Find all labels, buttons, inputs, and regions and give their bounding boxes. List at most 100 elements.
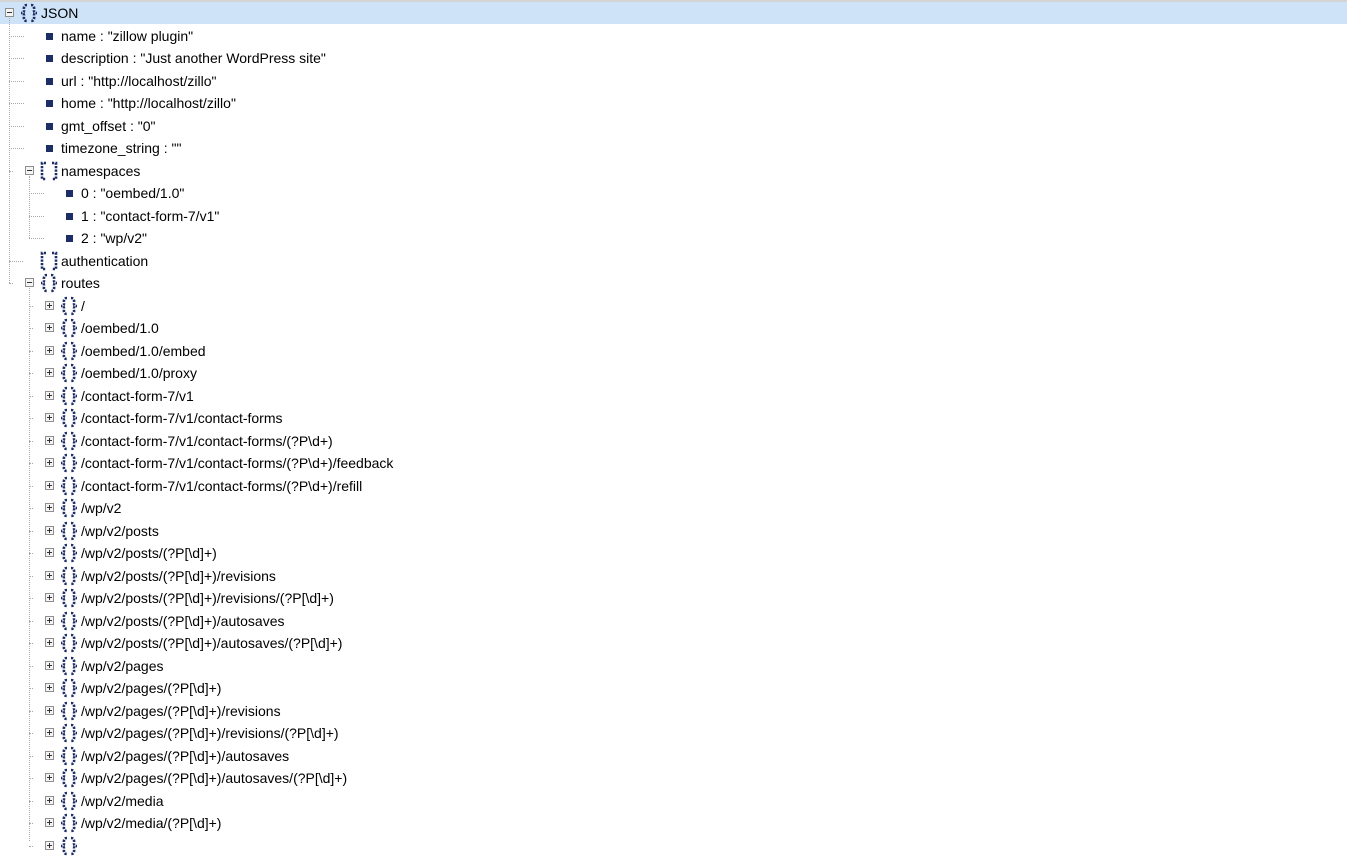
expand-plus-icon[interactable] xyxy=(45,458,54,467)
expand-plus-icon[interactable] xyxy=(45,840,54,850)
node-label: name : "zillow plugin" xyxy=(61,27,194,44)
expand-plus-icon[interactable] xyxy=(45,660,54,670)
json-tree-view: JSON name : "zillow plugin" description : … xyxy=(0,0,1347,855)
tree-row[interactable]: 1 : "contact-form-7/v1" xyxy=(0,205,1347,227)
node-label: /contact-form-7/v1 xyxy=(81,387,194,404)
tree-row[interactable]: namespaces xyxy=(0,160,1347,182)
tree-row[interactable]: /contact-form-7/v1/contact-forms xyxy=(0,407,1347,429)
tree-row[interactable]: description : "Just another WordPress si… xyxy=(0,47,1347,69)
tree-connector xyxy=(9,35,24,37)
value-bullet-icon xyxy=(46,77,53,85)
node-label: authentication xyxy=(61,252,149,269)
tree-row[interactable] xyxy=(0,835,1347,857)
tree-row[interactable]: url : "http://localhost/zillo" xyxy=(0,70,1347,92)
node-label: 1 : "contact-form-7/v1" xyxy=(81,207,220,224)
expand-plus-icon[interactable] xyxy=(45,480,54,490)
tree-row[interactable]: home : "http://localhost/zillo" xyxy=(0,92,1347,114)
tree-row[interactable]: authentication xyxy=(0,250,1347,272)
node-label: home : "http://localhost/zillo" xyxy=(61,95,236,111)
tree-row[interactable]: /wp/v2/posts/(?P[\d]+)/revisions xyxy=(0,565,1347,587)
collapse-minus-icon[interactable] xyxy=(25,278,34,287)
object-braces-icon xyxy=(59,340,79,362)
expand-plus-icon[interactable] xyxy=(45,345,54,355)
expand-plus-icon[interactable] xyxy=(45,525,54,535)
tree-row[interactable]: /wp/v2/pages xyxy=(0,655,1347,677)
tree-row[interactable]: /contact-form-7/v1/contact-forms/(?P\d+) xyxy=(0,430,1347,452)
tree-row[interactable]: name : "zillow plugin" xyxy=(0,25,1347,47)
expand-plus-icon[interactable] xyxy=(45,728,54,737)
tree-row[interactable]: routes xyxy=(0,272,1347,294)
object-braces-icon xyxy=(59,700,79,722)
tree-row[interactable]: 0 : "oembed/1.0" xyxy=(0,182,1347,204)
tree-row[interactable]: /contact-form-7/v1 xyxy=(0,385,1347,407)
expand-plus-icon[interactable] xyxy=(45,570,54,580)
object-braces-icon xyxy=(59,362,79,384)
expand-plus-icon[interactable] xyxy=(45,795,54,805)
tree-row[interactable]: /wp/v2/pages/(?P[\d]+)/autosaves/(?P[\d]… xyxy=(0,767,1347,789)
tree-row-selected[interactable]: JSON xyxy=(0,2,1347,24)
tree-row[interactable]: /contact-form-7/v1/contact-forms/(?P\d+)… xyxy=(0,475,1347,497)
object-braces-icon xyxy=(59,407,79,429)
tree-row[interactable]: /oembed/1.0/embed xyxy=(0,340,1347,362)
expand-plus-icon[interactable] xyxy=(45,705,54,715)
node-label: /oembed/1.0 xyxy=(81,320,159,336)
node-label: /contact-form-7/v1/contact-forms/(?P\d+)… xyxy=(81,477,363,494)
tree-row[interactable]: /wp/v2/pages/(?P[\d]+)/autosaves xyxy=(0,745,1347,767)
tree-row[interactable]: /wp/v2/media/(?P[\d]+) xyxy=(0,812,1347,834)
expand-plus-icon[interactable] xyxy=(45,323,54,332)
expand-plus-icon[interactable] xyxy=(45,300,54,310)
object-braces-icon xyxy=(59,295,79,317)
node-label: /wp/v2/posts xyxy=(81,522,159,539)
expand-plus-icon[interactable] xyxy=(45,435,54,445)
object-braces-icon xyxy=(59,655,79,677)
expand-plus-icon[interactable] xyxy=(45,683,54,692)
expand-plus-icon[interactable] xyxy=(45,593,54,602)
node-label: /wp/v2/posts/(?P[\d]+)/autosaves/(?P[\d]… xyxy=(81,635,343,651)
tree-row[interactable]: /contact-form-7/v1/contact-forms/(?P\d+)… xyxy=(0,452,1347,474)
tree-row[interactable]: /wp/v2/pages/(?P[\d]+)/revisions xyxy=(0,700,1347,722)
tree-row[interactable]: /wp/v2/pages/(?P[\d]+)/revisions/(?P[\d]… xyxy=(0,722,1347,744)
node-label: / xyxy=(81,297,85,314)
tree-connector xyxy=(9,125,24,127)
tree-row[interactable]: gmt_offset : "0" xyxy=(0,115,1347,137)
tree-connector xyxy=(9,148,24,149)
node-label: /wp/v2/pages/(?P[\d]+)/revisions xyxy=(81,702,281,719)
tree-row[interactable]: /wp/v2/posts/(?P[\d]+)/autosaves/(?P[\d]… xyxy=(0,632,1347,654)
node-label: /wp/v2/posts/(?P[\d]+)/revisions/(?P[\d]… xyxy=(81,590,334,606)
object-braces-icon xyxy=(59,587,79,609)
object-braces-icon xyxy=(59,385,79,407)
expand-plus-icon[interactable] xyxy=(45,413,54,422)
tree-row[interactable]: / xyxy=(0,295,1347,317)
tree-row[interactable]: /wp/v2/posts xyxy=(0,520,1347,542)
expand-plus-icon[interactable] xyxy=(45,368,54,377)
tree-row[interactable]: /wp/v2/media xyxy=(0,790,1347,812)
object-braces-icon xyxy=(59,790,79,812)
expand-plus-icon[interactable] xyxy=(45,390,54,400)
node-label: /wp/v2/pages/(?P[\d]+)/autosaves/(?P[\d]… xyxy=(81,770,348,786)
node-label: /wp/v2/posts/(?P[\d]+)/revisions xyxy=(81,567,276,584)
expand-plus-icon[interactable] xyxy=(45,818,54,827)
node-label: /wp/v2 xyxy=(81,500,122,516)
tree-row[interactable]: timezone_string : "" xyxy=(0,137,1347,159)
value-bullet-icon xyxy=(66,212,73,220)
expand-plus-icon[interactable] xyxy=(45,503,54,512)
tree-row[interactable]: /wp/v2/pages/(?P[\d]+) xyxy=(0,677,1347,699)
tree-row[interactable]: /wp/v2/posts/(?P[\d]+) xyxy=(0,542,1347,564)
expand-plus-icon[interactable] xyxy=(45,750,54,760)
node-label: routes xyxy=(61,275,100,291)
tree-row[interactable]: /wp/v2/posts/(?P[\d]+)/autosaves xyxy=(0,610,1347,632)
object-braces-icon xyxy=(59,677,79,699)
collapse-minus-icon[interactable] xyxy=(25,165,34,175)
tree-row[interactable]: /oembed/1.0 xyxy=(0,317,1347,339)
expand-plus-icon[interactable] xyxy=(45,548,54,557)
expand-plus-icon[interactable] xyxy=(45,638,54,647)
tree-row[interactable]: /wp/v2/posts/(?P[\d]+)/revisions/(?P[\d]… xyxy=(0,587,1347,609)
tree-row[interactable]: 2 : "wp/v2" xyxy=(0,227,1347,249)
expand-plus-icon[interactable] xyxy=(45,773,54,782)
object-braces-icon xyxy=(59,835,79,857)
tree-row[interactable]: /wp/v2 xyxy=(0,497,1347,519)
collapse-minus-icon[interactable] xyxy=(5,8,14,17)
node-label: /wp/v2/pages/(?P[\d]+)/revisions/(?P[\d]… xyxy=(81,725,339,741)
expand-plus-icon[interactable] xyxy=(45,615,54,625)
tree-row[interactable]: /oembed/1.0/proxy xyxy=(0,362,1347,384)
